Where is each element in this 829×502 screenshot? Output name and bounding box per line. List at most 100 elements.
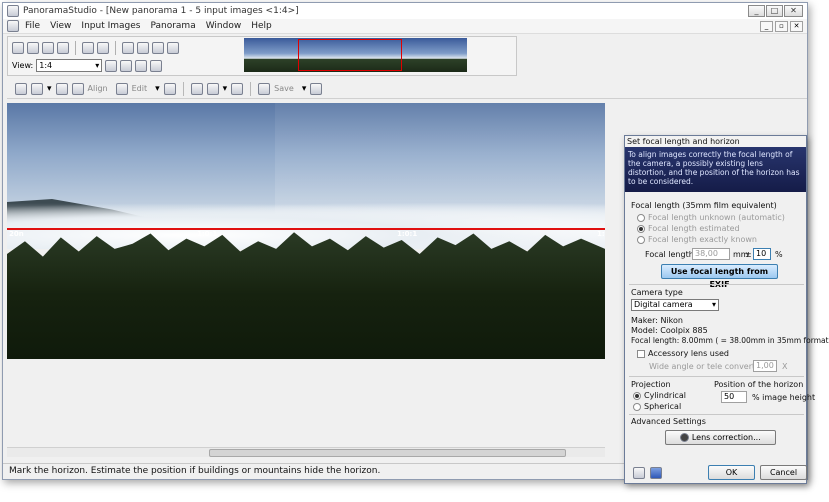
focal-length-dialog: Set focal length and horizon To align im… [624, 135, 829, 484]
zoom-fit-icon[interactable] [135, 59, 148, 72]
add-image-icon[interactable] [31, 82, 43, 95]
accessory-label: Accessory lens used [648, 349, 730, 358]
document-icon [7, 20, 19, 32]
radio-cylindrical[interactable] [633, 391, 641, 400]
horizon-position-input[interactable]: 50 [721, 391, 747, 403]
check-icon[interactable] [231, 82, 244, 95]
app-icon [7, 5, 19, 17]
converter-input[interactable]: 1,00 [753, 360, 777, 372]
option-known-label: Focal length exactly known [648, 235, 757, 244]
camera-icon[interactable] [55, 82, 68, 95]
publish-icon[interactable] [310, 82, 323, 95]
zoom-out-icon[interactable] [120, 59, 133, 72]
projection-cylindrical[interactable]: Cylindrical [633, 391, 686, 400]
option-focal-estimated[interactable]: Focal length estimated [637, 224, 740, 233]
radio-known[interactable] [637, 235, 645, 244]
camera-type-select[interactable]: Digital camera [631, 299, 719, 311]
accessory-lens-checkbox[interactable]: Accessory lens used [637, 349, 729, 358]
maximize-button[interactable]: □ [766, 5, 783, 17]
title-bar: PanoramaStudio - [New panorama 1 - 5 inp… [3, 3, 807, 19]
horizontal-scrollbar[interactable] [7, 447, 605, 457]
save-button[interactable]: Save [274, 84, 294, 93]
separator [115, 41, 116, 55]
option-unknown-label: Focal length unknown (automatic) [648, 213, 785, 222]
divider [629, 284, 804, 285]
separator [75, 41, 76, 55]
help-icon[interactable] [97, 42, 109, 54]
align-icon[interactable] [71, 82, 84, 95]
radio-estimated[interactable] [637, 224, 645, 233]
menu-input-images[interactable]: Input Images [81, 21, 140, 31]
menu-panorama[interactable]: Panorama [150, 21, 195, 31]
dialog-title: Set focal length and horizon [625, 136, 806, 147]
tip-icon[interactable] [82, 42, 94, 54]
tolerance-input[interactable]: 10 [753, 248, 771, 260]
doc-minimize-button[interactable]: _ [760, 21, 773, 32]
crop-icon[interactable] [163, 82, 176, 95]
dropdown-arrow-icon[interactable]: ▾ [155, 84, 160, 94]
horizon-mark: 1:0:1 [397, 230, 418, 238]
open-icon[interactable] [27, 42, 39, 54]
menu-help[interactable]: Help [251, 21, 272, 31]
forest-layer [7, 232, 605, 359]
dropdown-arrow-icon[interactable]: ▾ [47, 84, 52, 94]
focal-length-input[interactable]: 38,00 [692, 248, 730, 260]
dropdown-arrow-icon[interactable]: ▾ [223, 84, 228, 94]
menu-file[interactable]: File [25, 21, 40, 31]
batch-icon[interactable] [167, 42, 179, 54]
dropdown-arrow-icon[interactable]: ▾ [302, 84, 307, 94]
save-panorama-icon[interactable] [258, 82, 271, 95]
save-icon[interactable] [42, 42, 54, 54]
window-title: PanoramaStudio - [New panorama 1 - 5 inp… [23, 6, 299, 16]
horizon-line[interactable] [7, 228, 605, 230]
zoom-in-icon[interactable] [105, 59, 118, 72]
images-icon[interactable] [122, 42, 134, 54]
menu-view[interactable]: View [50, 21, 71, 31]
option-focal-unknown[interactable]: Focal length unknown (automatic) [637, 213, 785, 222]
percent-label: % [775, 250, 783, 259]
projection-spherical[interactable]: Spherical [633, 402, 681, 411]
converter-unit: X [782, 362, 788, 371]
menu-window[interactable]: Window [206, 21, 242, 31]
cylindrical-label: Cylindrical [644, 391, 686, 400]
close-button[interactable]: ✕ [784, 5, 803, 17]
navigator-viewport[interactable] [298, 39, 402, 71]
horizon-mark: 1:0:1 [597, 230, 605, 238]
doc-restore-button[interactable]: ▫ [775, 21, 788, 32]
panorama-navigator[interactable] [244, 38, 467, 72]
new-icon[interactable] [12, 42, 24, 54]
option-focal-known[interactable]: Focal length exactly known [637, 235, 757, 244]
scrollbar-thumb[interactable] [209, 449, 566, 457]
doc-close-button[interactable]: ✕ [790, 21, 803, 32]
open-images-icon[interactable] [15, 82, 27, 95]
model-info: Model: Coolpix 885 [631, 326, 708, 335]
accessory-checkbox[interactable] [637, 349, 645, 358]
projection-label: Projection [631, 380, 671, 389]
open-folder-icon[interactable] [633, 467, 645, 479]
lens-icon [680, 433, 690, 442]
use-exif-button[interactable]: Use focal length from EXIF [661, 264, 778, 289]
radio-unknown[interactable] [637, 213, 645, 222]
lens-correction-button[interactable]: Lens correction... [665, 430, 776, 445]
cancel-button[interactable]: Cancel [760, 465, 807, 480]
edit-icon[interactable] [115, 82, 128, 95]
edit-button[interactable]: Edit [132, 84, 148, 93]
print-icon[interactable] [57, 42, 69, 54]
save-settings-icon[interactable] [650, 467, 662, 479]
lens-correction-label: Lens correction... [691, 433, 761, 442]
focal-length-label: Focal length: [645, 250, 697, 259]
export-image-icon[interactable] [190, 82, 203, 95]
ok-button[interactable]: OK [708, 465, 755, 480]
separator [182, 81, 184, 96]
export-icon[interactable] [152, 42, 164, 54]
align-button[interactable]: Align [88, 84, 108, 93]
radio-spherical[interactable] [633, 402, 641, 411]
zoom-select[interactable]: 1:4 [36, 59, 103, 72]
render-icon[interactable] [206, 82, 219, 95]
rotate-icon[interactable] [137, 42, 149, 54]
advanced-settings-label: Advanced Settings [631, 417, 706, 426]
panorama-canvas[interactable]: 20n 1:0:1 1:0:1 1:0:1 [7, 103, 605, 359]
minimize-button[interactable]: _ [748, 5, 765, 17]
fullscreen-icon[interactable] [150, 59, 163, 72]
horizon-mark: 1:0:1 [197, 230, 218, 238]
